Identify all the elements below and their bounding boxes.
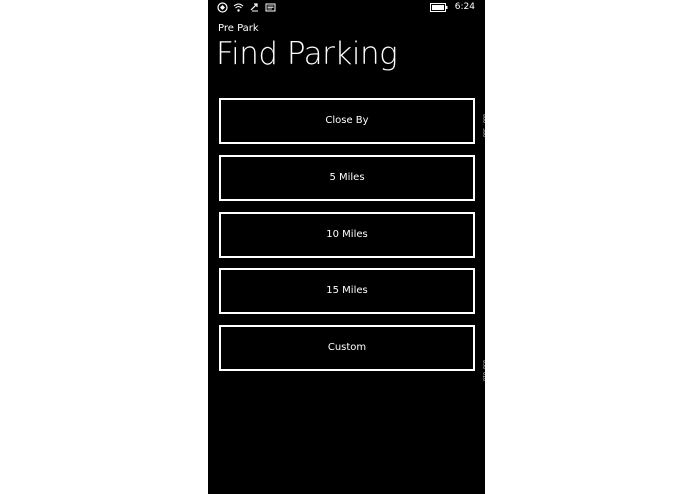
ten-miles-button-label: 10 Miles bbox=[326, 229, 368, 240]
message-icon bbox=[265, 3, 276, 12]
scroll-marker-bottom-b: 010 bbox=[481, 372, 485, 382]
custom-button[interactable]: Custom bbox=[219, 325, 475, 371]
status-icons-right: 6:24 bbox=[429, 1, 475, 13]
scroll-marker-top-b: 500 bbox=[481, 128, 485, 138]
scroll-marker-top-a: 000 bbox=[481, 114, 485, 124]
battery-icon bbox=[429, 2, 448, 12]
custom-button-label: Custom bbox=[327, 342, 367, 353]
signal-wifi-icon bbox=[233, 3, 244, 12]
close-by-button-label: Close By bbox=[325, 115, 369, 126]
phone-screen: 6:24 Pre Park Find Parking Close By 5 Mi… bbox=[208, 0, 485, 494]
tile-icon bbox=[217, 2, 228, 13]
fifteen-miles-button-label: 15 Miles bbox=[326, 285, 368, 296]
fifteen-miles-button[interactable]: 15 Miles bbox=[219, 268, 475, 314]
status-bar: 6:24 bbox=[208, 0, 485, 16]
five-miles-button-label: 5 Miles bbox=[329, 172, 365, 183]
scroll-marker-bottom-a: 050 bbox=[481, 360, 485, 370]
five-miles-button[interactable]: 5 Miles bbox=[219, 155, 475, 201]
close-by-button[interactable]: Close By bbox=[219, 98, 475, 144]
status-icons-left bbox=[217, 2, 276, 13]
clock: 6:24 bbox=[454, 2, 475, 12]
ten-miles-button[interactable]: 10 Miles bbox=[219, 212, 475, 258]
data-sync-icon bbox=[250, 3, 258, 12]
page-title: Find Parking bbox=[216, 36, 398, 72]
